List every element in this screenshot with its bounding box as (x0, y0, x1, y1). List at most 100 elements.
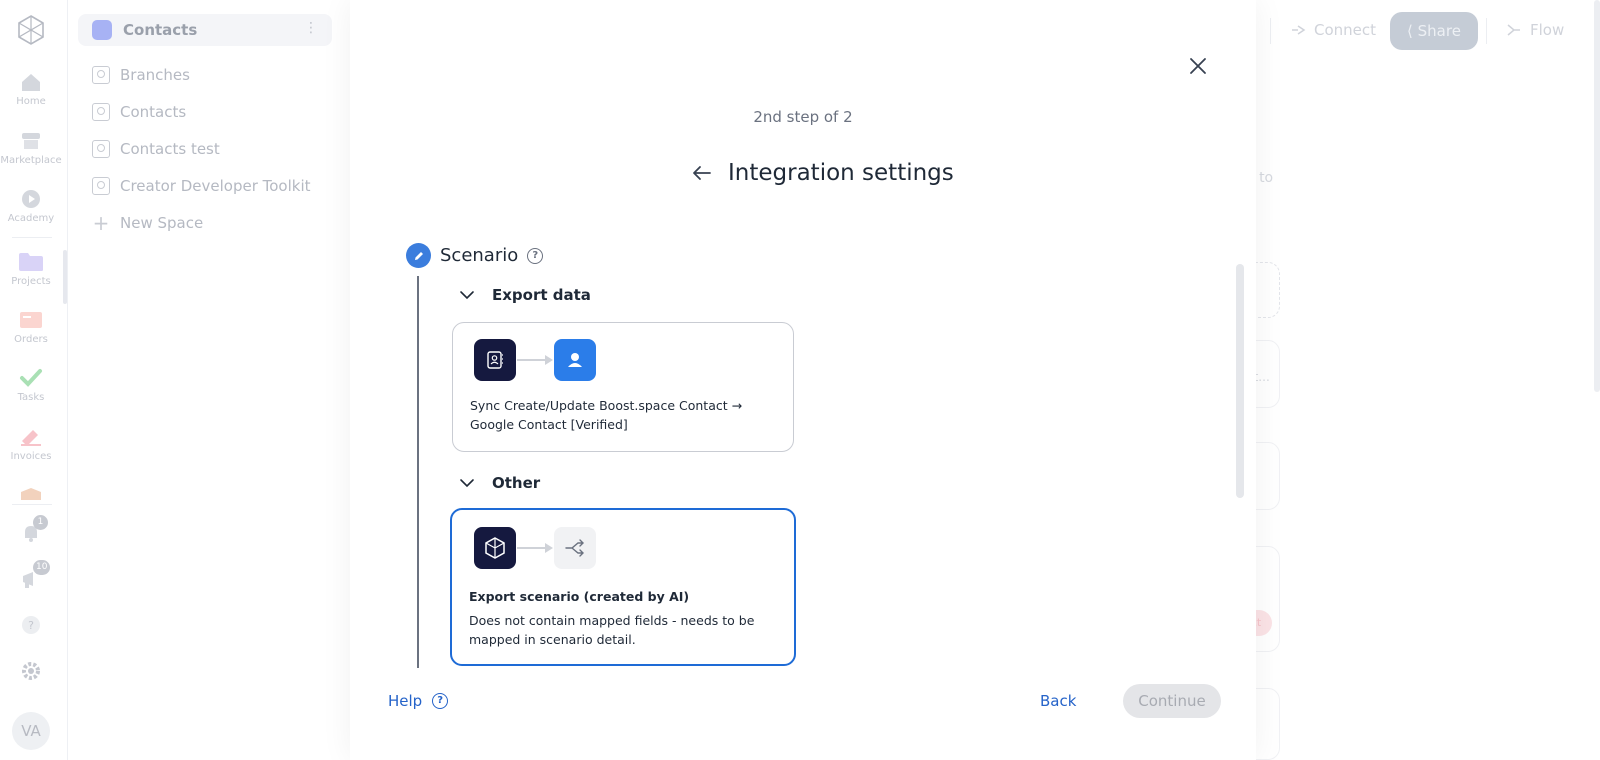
rail-item-academy[interactable]: Academy (0, 189, 62, 224)
feedback-badge: 10 (33, 560, 51, 575)
space-item-contacts[interactable]: Contacts (92, 101, 186, 123)
card-description: Does not contain mapped fields - needs t… (469, 611, 754, 649)
play-icon (22, 190, 40, 208)
share-icon: ⟨ (1407, 22, 1418, 40)
app-flow (474, 527, 596, 569)
help-circle-icon: ? (22, 616, 40, 634)
group-header-other[interactable]: Other (458, 474, 540, 492)
notifications-badge: 1 (33, 515, 48, 530)
modal-heading: Integration settings (690, 160, 954, 186)
space-color-icon (92, 20, 112, 40)
group-title: Other (492, 474, 541, 492)
arrow-connector (516, 353, 554, 367)
share-label: Share (1417, 22, 1461, 40)
app-flow (474, 339, 596, 381)
close-icon[interactable] (1186, 54, 1210, 78)
help-button[interactable]: ? (0, 614, 62, 636)
step-indicator: 2nd step of 2 (753, 108, 853, 126)
space-item-label: Branches (120, 66, 190, 84)
chevron-down-icon (460, 291, 474, 300)
rail-label: Orders (14, 334, 48, 345)
card-description-line: mapped in scenario detail. (469, 632, 636, 647)
help-circle-icon[interactable]: ? (527, 247, 544, 264)
box-icon (21, 488, 41, 500)
spaces-header-title: Contacts (123, 21, 198, 39)
user-avatar[interactable]: VA (12, 712, 50, 750)
boost-space-contacts-app-icon (474, 339, 516, 381)
page-scrollbar[interactable] (1594, 0, 1600, 392)
rail-label: Academy (7, 213, 55, 224)
scenario-label: Scenario (440, 245, 519, 266)
contact-book-icon (92, 103, 110, 121)
scenario-card-sync-contact[interactable]: Sync Create/Update Boost.space Contact →… (452, 322, 794, 452)
arrow-left-icon[interactable] (690, 161, 714, 185)
flow-router-app-icon (554, 527, 596, 569)
share-button[interactable]: ⟨ Share (1390, 12, 1478, 50)
check-icon (20, 369, 42, 387)
notifications-button[interactable] (0, 522, 62, 544)
space-item-branches[interactable]: Branches (92, 64, 190, 86)
rail-item-more[interactable] (0, 486, 62, 500)
left-nav-rail: Home Marketplace Academy Projects Orders… (0, 0, 68, 760)
invoice-icon (21, 430, 41, 446)
home-icon (22, 74, 40, 91)
contact-book-icon (92, 140, 110, 158)
tree-line (417, 276, 419, 668)
svg-text:?: ? (28, 619, 34, 632)
integration-settings-modal: 2nd step of 2 Integration settings Scena… (350, 0, 1256, 760)
rail-item-projects[interactable]: Projects (0, 252, 62, 287)
contact-book-icon (92, 177, 110, 195)
connect-button[interactable]: Connect (1290, 21, 1376, 39)
new-space-label: New Space (120, 214, 204, 232)
contact-book-icon (92, 66, 110, 84)
rail-item-tasks[interactable]: Tasks (0, 368, 62, 403)
rail-label: Marketplace (0, 155, 62, 166)
group-title: Export data (492, 286, 591, 304)
new-space-button[interactable]: + New Space (92, 211, 204, 235)
space-item-contacts-test[interactable]: Contacts test (92, 138, 220, 160)
folder-icon (19, 253, 43, 271)
card-title: Export scenario (created by AI) (469, 589, 690, 604)
card-description-line: Google Contact [Verified] (470, 417, 628, 432)
spaces-header[interactable]: Contacts ⋮ (78, 14, 332, 46)
rail-label: Invoices (10, 451, 52, 462)
boost-space-logo-icon[interactable] (15, 14, 47, 46)
space-item-label: Contacts test (120, 140, 220, 158)
connect-icon (1292, 25, 1306, 35)
rail-item-orders[interactable]: Orders (0, 310, 62, 345)
boost-space-app-icon (474, 527, 516, 569)
back-button[interactable]: Back (1040, 692, 1076, 710)
help-link[interactable]: Help ? (388, 692, 449, 710)
rail-label: Projects (11, 276, 51, 287)
rail-item-marketplace[interactable]: Marketplace (0, 131, 62, 166)
rail-label: Tasks (17, 392, 45, 403)
scenario-card-export-ai[interactable]: Export scenario (created by AI) Does not… (450, 508, 796, 666)
modal-title: Integration settings (728, 160, 954, 186)
gear-icon (22, 662, 40, 680)
plus-icon: + (92, 211, 110, 235)
toolbar-divider (1270, 18, 1271, 44)
feedback-button[interactable] (0, 568, 62, 590)
scenario-header: Scenario ? (406, 243, 544, 268)
card-description-line: Sync Create/Update Boost.space Contact → (470, 398, 743, 413)
settings-button[interactable] (0, 660, 62, 682)
flow-button[interactable]: Flow (1506, 21, 1564, 39)
group-header-export-data[interactable]: Export data (458, 286, 591, 304)
continue-button[interactable]: Continue (1123, 684, 1221, 718)
rail-item-invoices[interactable]: Invoices (0, 427, 62, 462)
kebab-menu-icon[interactable]: ⋮ (304, 20, 318, 36)
space-item-label: Contacts (120, 103, 187, 121)
modal-scrollbar[interactable] (1236, 264, 1244, 498)
flow-label: Flow (1530, 21, 1565, 39)
rail-item-home[interactable]: Home (0, 72, 62, 107)
orders-icon (20, 312, 42, 328)
rail-divider (12, 504, 52, 505)
store-icon (22, 133, 40, 149)
card-description: Sync Create/Update Boost.space Contact →… (470, 396, 742, 434)
arrow-connector (516, 541, 554, 555)
space-item-creator-developer-toolkit[interactable]: Creator Developer Toolkit (92, 175, 311, 197)
google-contacts-app-icon (554, 339, 596, 381)
rail-label: Home (16, 96, 46, 107)
pencil-icon[interactable] (406, 243, 431, 268)
rail-active-indicator (63, 250, 67, 304)
